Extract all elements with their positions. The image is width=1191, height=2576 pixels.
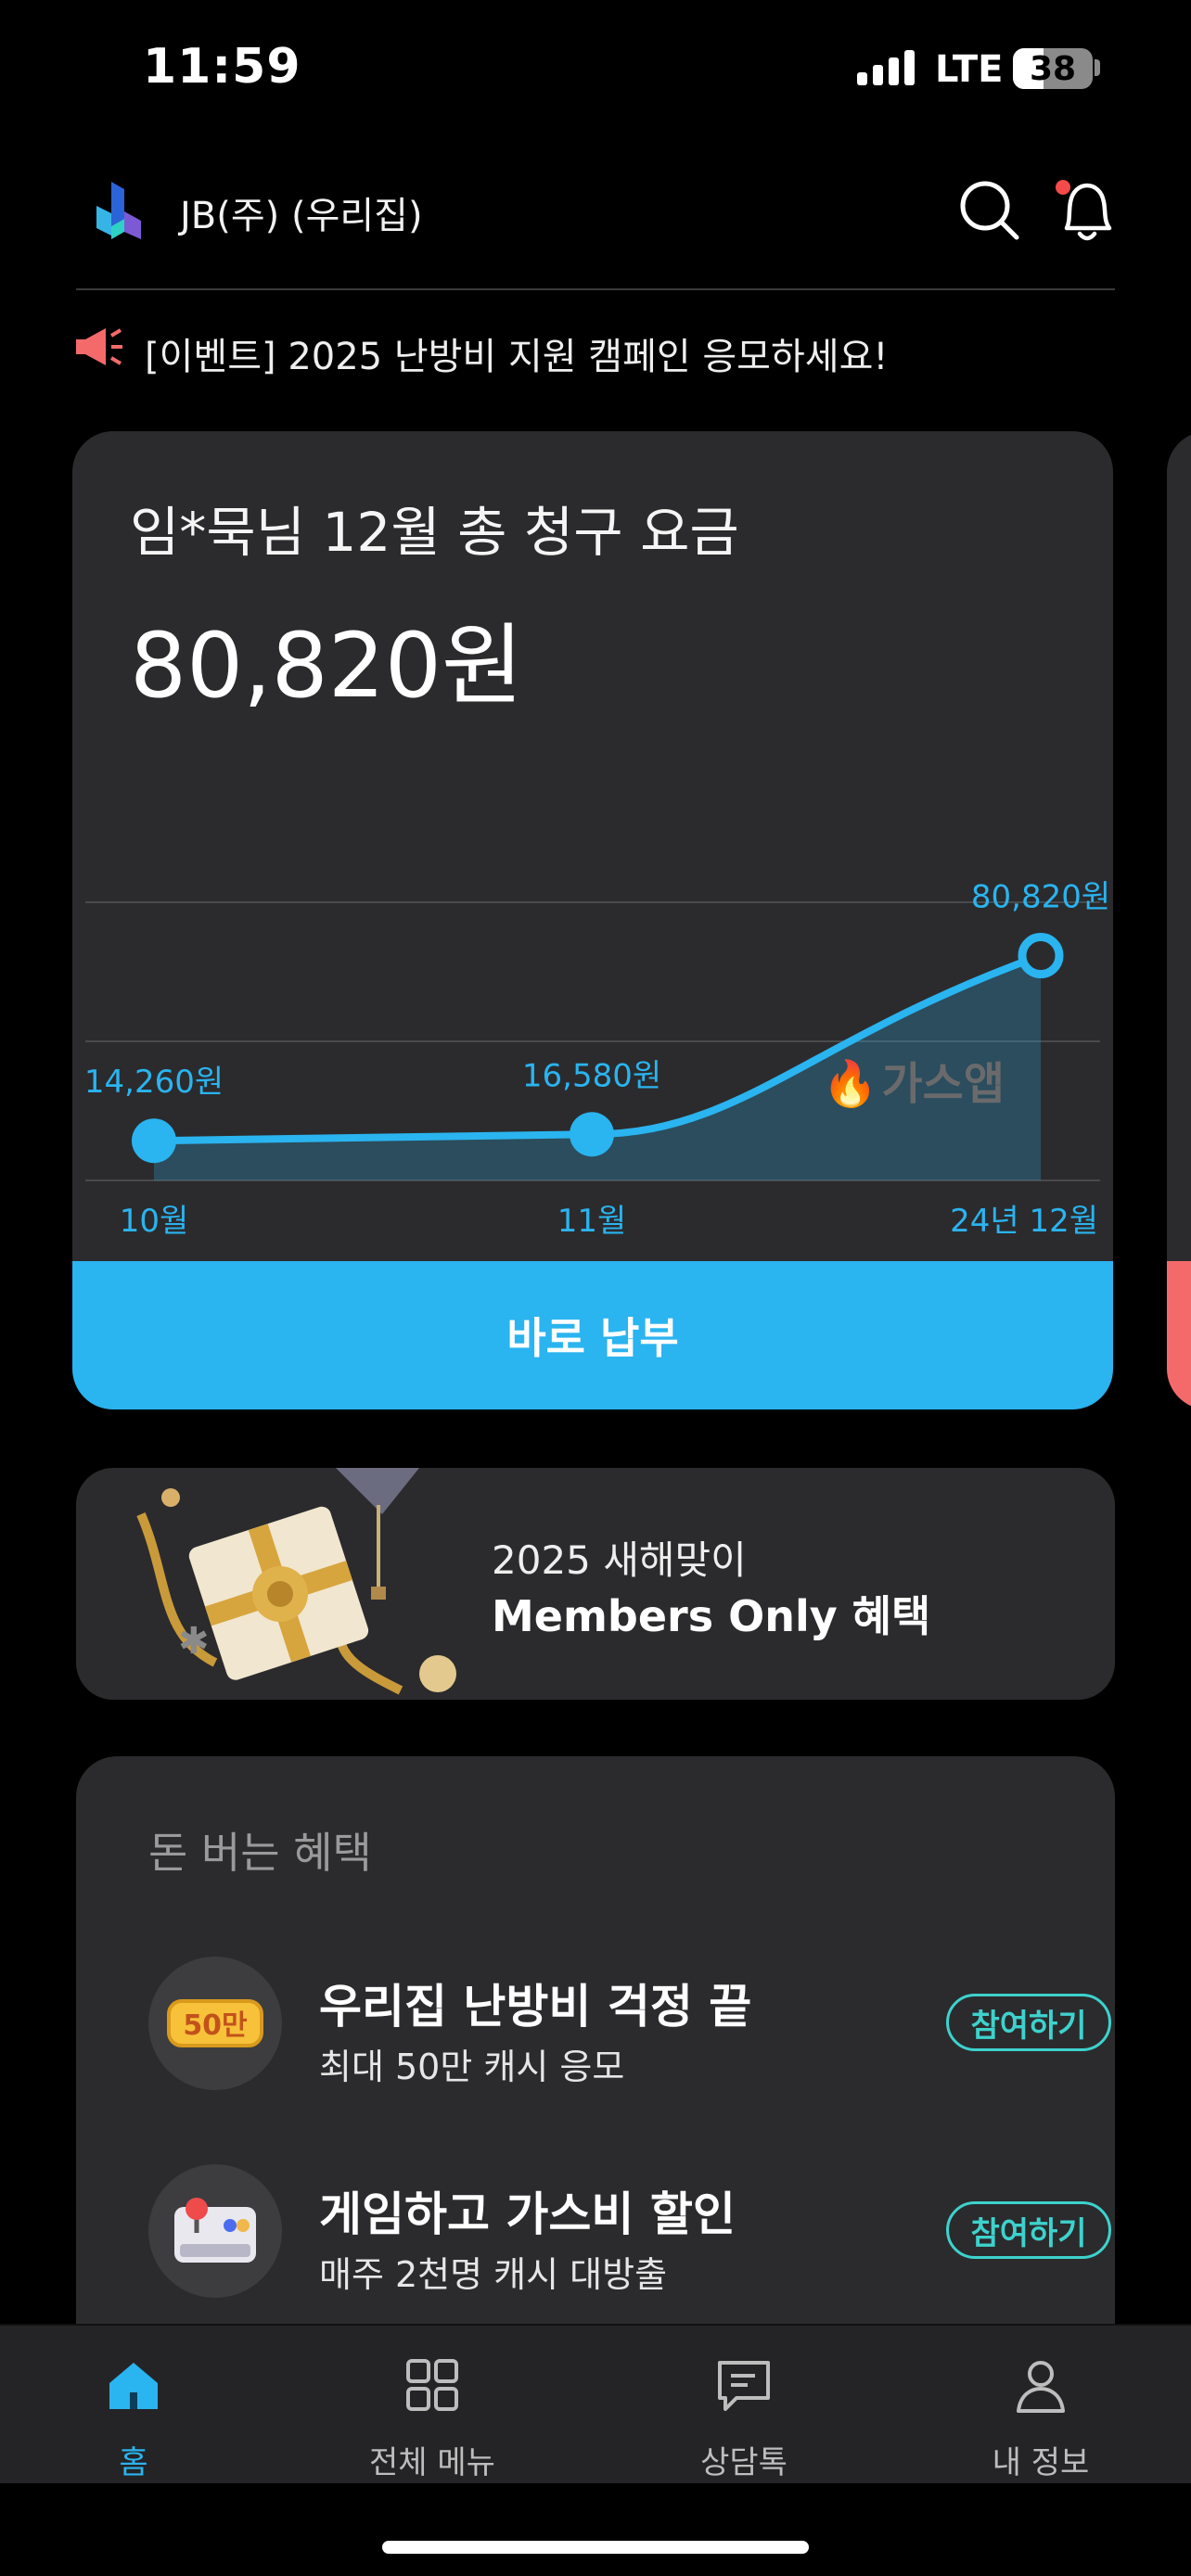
- data-point: [1018, 933, 1064, 979]
- chat-icon: [718, 2361, 770, 2411]
- benefit-title: 우리집 난방비 걱정 끝: [319, 1980, 752, 2034]
- grid-icon: [406, 2359, 458, 2411]
- join-button[interactable]: 참여하기: [946, 1994, 1111, 2051]
- bill-amount: 80,820원: [130, 614, 524, 718]
- tab-label: 전체 메뉴: [369, 2444, 495, 2481]
- svg-text:✱: ✱: [178, 1620, 210, 1663]
- data-point: [132, 1118, 176, 1164]
- coin-50-icon: 50만: [148, 1957, 282, 2090]
- megaphone-icon: [76, 328, 122, 365]
- tab-label: 내 정보: [992, 2444, 1090, 2481]
- banner-line1: 2025 새해맞이: [492, 1537, 747, 1583]
- promo-banner[interactable]: ✱ 2025 새해맞이 Members Only 혜택: [76, 1468, 1115, 1700]
- battery-tip: [1095, 59, 1100, 76]
- data-label: 16,580원: [522, 1057, 661, 1094]
- bottom-tab-bar: 홈 전체 메뉴 상담톡 내 정보: [0, 2324, 1191, 2483]
- network-label: LTE: [935, 48, 1004, 91]
- battery-level: 38: [1029, 50, 1077, 88]
- banner-line2: Members Only 혜택: [492, 1591, 931, 1641]
- gift-box-icon: ✱: [136, 1468, 456, 1695]
- benefits-section: 돈 버는 혜택 50만 우리집 난방비 걱정 끝 최대 50만 캐시 응모 참여…: [76, 1756, 1115, 2405]
- x-tick-label: 24년 12월: [950, 1203, 1098, 1240]
- benefit-item[interactable]: 50만 우리집 난방비 걱정 끝 최대 50만 캐시 응모 참여하기: [148, 1957, 1111, 2096]
- x-tick-label: 11월: [557, 1203, 627, 1240]
- watermark-flame-icon: 🔥: [823, 1058, 878, 1110]
- status-time: 11:59: [143, 39, 301, 95]
- data-point: [570, 1112, 614, 1157]
- tab-label: 상담톡: [700, 2444, 788, 2481]
- x-tick-label: 10월: [120, 1203, 189, 1240]
- home-indicator: [382, 2541, 809, 2554]
- benefit-subtitle: 최대 50만 캐시 응모: [319, 2047, 625, 2087]
- benefits-title: 돈 버는 혜택: [148, 1828, 372, 1878]
- next-card-peek[interactable]: [1167, 431, 1191, 1409]
- join-button[interactable]: 참여하기: [946, 2201, 1111, 2259]
- bill-title: 임*묵님 12월 총 청구 요금: [130, 501, 739, 564]
- tab-all-menu[interactable]: 전체 메뉴: [339, 2346, 525, 2481]
- coin-badge: 50만: [183, 2009, 248, 2042]
- tab-chat[interactable]: 상담톡: [651, 2346, 837, 2481]
- home-selector[interactable]: JB(주) (우리집): [180, 185, 423, 239]
- benefit-title: 게임하고 가스비 할인: [319, 2187, 736, 2241]
- data-label: 80,820원: [971, 879, 1110, 916]
- tab-home[interactable]: 홈: [41, 2346, 226, 2481]
- signal-icon: [857, 46, 915, 85]
- game-controller-icon: [148, 2164, 282, 2298]
- benefit-subtitle: 매주 2천명 캐시 대방출: [319, 2254, 668, 2295]
- person-icon: [1017, 2361, 1065, 2413]
- chart-watermark: 가스앱: [882, 1058, 1005, 1110]
- bell-icon[interactable]: [1050, 174, 1121, 249]
- data-label: 14,260원: [84, 1064, 224, 1101]
- bill-chart: 🔥 가스앱 14,260원 10월 16,580원 11월 80,820원 24년 12월: [84, 879, 1110, 1240]
- header-divider: [76, 288, 1115, 290]
- search-icon[interactable]: [955, 176, 1022, 243]
- tab-my-info[interactable]: 내 정보: [948, 2346, 1133, 2481]
- app-logo-icon: [96, 182, 141, 239]
- notice-text[interactable]: [이벤트] 2025 난방비 지원 캠페인 응모하세요!: [145, 326, 888, 380]
- benefit-item[interactable]: 게임하고 가스비 할인 매주 2천명 캐시 대방출 참여하기: [148, 2164, 1111, 2303]
- battery-icon: 38: [1013, 48, 1093, 89]
- pay-now-button[interactable]: 바로 납부: [72, 1261, 1113, 1409]
- home-icon: [109, 2363, 158, 2409]
- tab-label: 홈: [119, 2444, 148, 2481]
- bill-card: 임*묵님 12월 총 청구 요금 80,820원 🔥 가스앱 14,260원 10…: [72, 431, 1113, 1409]
